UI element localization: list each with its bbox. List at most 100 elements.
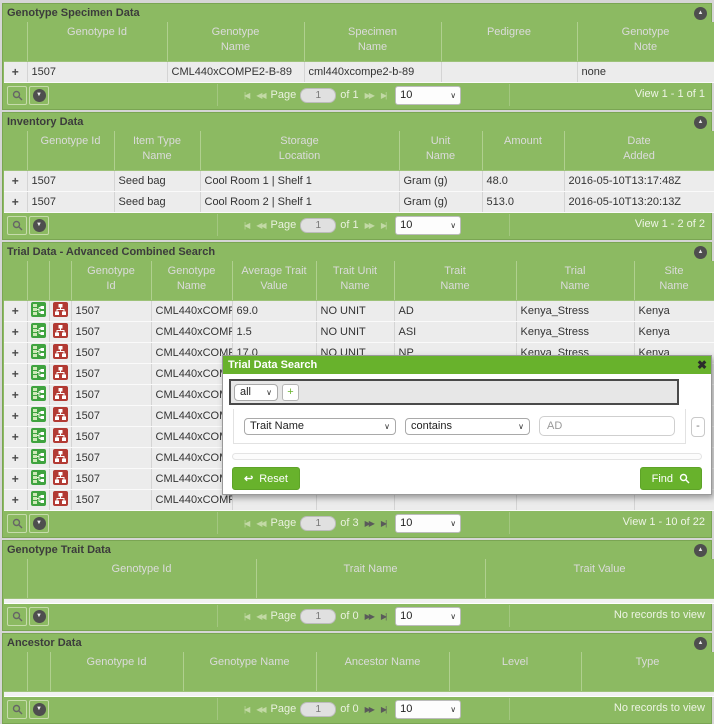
prev-page-button[interactable]: ◀◀: [254, 519, 266, 528]
page-input[interactable]: [300, 218, 336, 233]
rows-per-page-select[interactable]: 10∨: [395, 514, 461, 533]
pedigree-cell[interactable]: [27, 343, 49, 364]
column-header[interactable]: [4, 652, 27, 692]
rows-per-page-select[interactable]: 10∨: [395, 86, 461, 105]
column-header[interactable]: SpecimenName: [304, 22, 441, 62]
column-header[interactable]: [4, 131, 27, 171]
pedigree-cell[interactable]: [27, 469, 49, 490]
group-operator-select[interactable]: all∨: [234, 384, 278, 401]
column-header[interactable]: [4, 559, 27, 599]
column-header[interactable]: Genotype Id: [27, 131, 114, 171]
rows-per-page-select[interactable]: 10∨: [395, 216, 461, 235]
expand-cell[interactable]: +: [4, 171, 27, 192]
expand-cell[interactable]: +: [4, 364, 27, 385]
column-header[interactable]: TrialName: [516, 261, 634, 301]
column-header[interactable]: Genotype Id: [27, 22, 167, 62]
expand-cell[interactable]: +: [4, 343, 27, 364]
dialog-title-bar[interactable]: Trial Data Search ✖: [223, 356, 711, 374]
pedigree-cell[interactable]: [27, 448, 49, 469]
pedigree-cell[interactable]: [27, 490, 49, 511]
expand-all-button[interactable]: ▼: [29, 607, 49, 626]
operator-select[interactable]: contains∨: [405, 418, 530, 435]
sitemap-cell[interactable]: [49, 448, 71, 469]
column-header[interactable]: Level: [449, 652, 581, 692]
column-header[interactable]: Genotype Id: [27, 559, 256, 599]
collapse-icon[interactable]: ▲: [694, 637, 707, 650]
expand-all-button[interactable]: ▼: [29, 216, 49, 235]
prev-page-button[interactable]: ◀◀: [254, 612, 266, 621]
sitemap-cell[interactable]: [49, 322, 71, 343]
column-header[interactable]: Genotype Id: [50, 652, 183, 692]
page-input[interactable]: [300, 609, 336, 624]
sitemap-cell[interactable]: [49, 301, 71, 322]
search-value-input[interactable]: [539, 416, 675, 436]
column-header[interactable]: Trait Value: [485, 559, 714, 599]
sitemap-cell[interactable]: [49, 490, 71, 511]
first-page-button[interactable]: |◀: [242, 91, 250, 100]
column-header[interactable]: GenotypeNote: [577, 22, 714, 62]
sitemap-cell[interactable]: [49, 427, 71, 448]
first-page-button[interactable]: |◀: [242, 612, 250, 621]
pedigree-cell[interactable]: [27, 301, 49, 322]
column-header[interactable]: Average TraitValue: [232, 261, 316, 301]
search-button[interactable]: [7, 216, 27, 235]
rows-per-page-select[interactable]: 10∨: [395, 607, 461, 626]
column-header[interactable]: GenotypeName: [167, 22, 304, 62]
column-header[interactable]: Type: [581, 652, 714, 692]
column-header[interactable]: GenotypeName: [151, 261, 232, 301]
column-header[interactable]: Ancestor Name: [316, 652, 449, 692]
last-page-button[interactable]: ▶|: [379, 221, 387, 230]
expand-all-button[interactable]: ▼: [29, 86, 49, 105]
next-page-button[interactable]: ▶▶: [363, 519, 375, 528]
reset-button[interactable]: ↩Reset: [232, 467, 300, 490]
last-page-button[interactable]: ▶|: [379, 91, 387, 100]
column-header[interactable]: Item TypeName: [114, 131, 200, 171]
rows-per-page-select[interactable]: 10∨: [395, 700, 461, 719]
sitemap-cell[interactable]: [49, 343, 71, 364]
expand-cell[interactable]: +: [4, 322, 27, 343]
column-header[interactable]: [4, 22, 27, 62]
search-button[interactable]: [7, 607, 27, 626]
column-header[interactable]: GenotypeId: [71, 261, 151, 301]
column-header[interactable]: [27, 261, 49, 301]
next-page-button[interactable]: ▶▶: [363, 221, 375, 230]
last-page-button[interactable]: ▶|: [379, 612, 387, 621]
last-page-button[interactable]: ▶|: [379, 519, 387, 528]
pedigree-cell[interactable]: [27, 406, 49, 427]
page-input[interactable]: [300, 88, 336, 103]
expand-cell[interactable]: +: [4, 406, 27, 427]
expand-cell[interactable]: +: [4, 62, 27, 83]
column-header[interactable]: Genotype Name: [183, 652, 316, 692]
sitemap-cell[interactable]: [49, 385, 71, 406]
column-header[interactable]: [49, 261, 71, 301]
column-header[interactable]: [4, 261, 27, 301]
expand-all-button[interactable]: ▼: [29, 700, 49, 719]
expand-cell[interactable]: +: [4, 385, 27, 406]
column-header[interactable]: Pedigree: [441, 22, 577, 62]
field-select[interactable]: Trait Name∨: [244, 418, 396, 435]
pedigree-cell[interactable]: [27, 427, 49, 448]
expand-all-button[interactable]: ▼: [29, 514, 49, 533]
expand-cell[interactable]: +: [4, 448, 27, 469]
remove-rule-button[interactable]: -: [691, 417, 705, 437]
column-header[interactable]: UnitName: [399, 131, 482, 171]
collapse-icon[interactable]: ▲: [694, 116, 707, 129]
last-page-button[interactable]: ▶|: [379, 705, 387, 714]
expand-cell[interactable]: +: [4, 427, 27, 448]
prev-page-button[interactable]: ◀◀: [254, 221, 266, 230]
sitemap-cell[interactable]: [49, 406, 71, 427]
search-button[interactable]: [7, 86, 27, 105]
next-page-button[interactable]: ▶▶: [363, 91, 375, 100]
close-icon[interactable]: ✖: [697, 356, 707, 374]
sitemap-cell[interactable]: [49, 469, 71, 490]
pedigree-cell[interactable]: [27, 364, 49, 385]
expand-cell[interactable]: +: [4, 490, 27, 511]
add-rule-button[interactable]: +: [282, 384, 299, 401]
first-page-button[interactable]: |◀: [242, 221, 250, 230]
collapse-icon[interactable]: ▲: [694, 544, 707, 557]
search-button[interactable]: [7, 700, 27, 719]
column-header[interactable]: TraitName: [394, 261, 516, 301]
column-header[interactable]: Amount: [482, 131, 564, 171]
column-header[interactable]: Trait UnitName: [316, 261, 394, 301]
column-header[interactable]: [27, 652, 50, 692]
